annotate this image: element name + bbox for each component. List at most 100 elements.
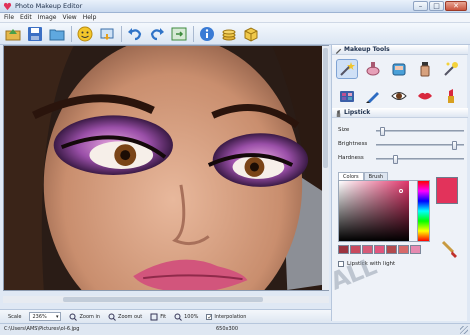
coins-icon [222, 29, 236, 40]
tool-eye[interactable] [388, 86, 410, 106]
lips-icon [418, 92, 432, 100]
brush-icon [335, 48, 342, 54]
lipstick-icon [448, 89, 454, 103]
tool-lips[interactable] [414, 86, 436, 106]
zoom-in-button[interactable]: Zoom in [69, 313, 100, 321]
color-swatch[interactable] [386, 245, 397, 254]
scale-value: 236% [32, 313, 47, 320]
brightness-label: Brightness [338, 141, 368, 147]
color-cursor[interactable] [399, 189, 403, 193]
hue-bar[interactable] [417, 181, 429, 241]
zoom-bar: Scale 236% ▾ Zoom in Zoom out Fit 100% ✓ I… [0, 309, 331, 323]
undo-icon [128, 27, 142, 40]
close-button[interactable]: ✕ [445, 1, 467, 11]
vertical-scrollbar[interactable] [322, 46, 329, 290]
menu-help[interactable]: Help [83, 13, 97, 22]
chevron-down-icon: ▾ [55, 313, 59, 320]
makeup-tools-title: Makeup Tools [344, 46, 390, 53]
image-canvas[interactable] [3, 45, 329, 291]
status-bar: C:\Users\AMS\Pictures\ol-6.jpg 650x300 [0, 323, 470, 335]
interpolation-checkbox[interactable]: ✓ [206, 313, 212, 320]
box-icon [244, 26, 258, 42]
tool-powder[interactable] [388, 59, 410, 79]
hardness-slider[interactable] [376, 155, 464, 164]
box-button[interactable] [242, 25, 260, 43]
window-title: Photo Makeup Editor [15, 2, 83, 10]
paintbrush-icon[interactable] [440, 239, 460, 259]
folder-icon [49, 29, 65, 40]
eye-icon [391, 92, 407, 100]
brightness-slider-knob[interactable] [452, 141, 458, 150]
hundred-percent-button[interactable]: 100% [174, 313, 198, 321]
info-button[interactable] [198, 25, 216, 43]
magic-wand-icon [340, 62, 355, 76]
sparkle-icon [444, 62, 458, 76]
export-icon [100, 28, 114, 40]
title-bar: Photo Makeup Editor – □ ✕ [0, 0, 470, 13]
coins-button[interactable] [220, 25, 238, 43]
actual-size-icon [174, 313, 182, 321]
menu-bar: File Edit Image View Help [0, 13, 470, 23]
hundred-percent-label: 100% [184, 313, 199, 320]
tool-palette[interactable] [336, 86, 358, 106]
menu-image[interactable]: Image [38, 13, 57, 22]
folder-button[interactable] [48, 25, 66, 43]
interpolation-option[interactable]: ✓ Interpolation [206, 313, 246, 320]
undo-button[interactable] [126, 25, 144, 43]
color-picker[interactable] [338, 180, 430, 242]
menu-view[interactable]: View [62, 13, 76, 22]
hardness-label: Hardness [338, 155, 364, 161]
tool-blush[interactable] [362, 59, 384, 79]
toolbar-separator [71, 25, 72, 42]
eyeshadow-palette-icon [340, 91, 354, 102]
horizontal-scroll-thumb[interactable] [63, 297, 263, 302]
tool-lipstick[interactable] [440, 86, 462, 106]
minimize-button[interactable]: – [413, 1, 428, 11]
size-slider[interactable] [376, 127, 464, 136]
open-button[interactable] [4, 25, 22, 43]
toolbar-separator [193, 25, 194, 42]
color-swatch[interactable] [410, 245, 421, 254]
before-after-button[interactable] [170, 25, 188, 43]
fit-icon [150, 313, 158, 320]
tool-foundation[interactable] [414, 59, 436, 79]
brightness-slider[interactable] [376, 141, 464, 150]
redo-button[interactable] [148, 25, 166, 43]
toolbar [0, 23, 470, 45]
zoom-out-label: Zoom out [118, 313, 143, 320]
color-swatch[interactable] [350, 245, 361, 254]
zoom-out-button[interactable]: Zoom out [108, 313, 142, 321]
zoom-in-icon [69, 313, 78, 321]
resize-grip[interactable] [460, 326, 468, 334]
smiley-button[interactable] [76, 25, 94, 43]
size-slider-knob[interactable] [380, 127, 386, 136]
file-path: C:\Users\AMS\Pictures\ol-6.jpg [4, 326, 80, 332]
export-button[interactable] [98, 25, 116, 43]
menu-edit[interactable]: Edit [20, 13, 32, 22]
scale-dropdown[interactable]: 236% ▾ [29, 312, 62, 321]
color-swatch[interactable] [338, 245, 349, 254]
hardness-slider-knob[interactable] [392, 155, 398, 164]
fit-label: Fit [160, 313, 167, 320]
smiley-icon [77, 26, 93, 41]
app-icon [3, 2, 12, 11]
makeup-tools-grid [336, 59, 464, 106]
save-button[interactable] [26, 25, 44, 43]
vertical-scroll-thumb[interactable] [323, 48, 328, 168]
before-after-icon [171, 27, 187, 40]
horizontal-scrollbar[interactable] [3, 296, 329, 303]
tool-wand[interactable] [336, 59, 358, 79]
scale-label: Scale [8, 313, 22, 320]
info-icon [200, 26, 214, 41]
zoom-out-icon [108, 313, 116, 321]
save-icon [28, 26, 42, 41]
tool-eyeliner[interactable] [362, 86, 384, 106]
maximize-button[interactable]: □ [429, 1, 444, 11]
color-swatch[interactable] [374, 245, 385, 254]
blush-icon [366, 62, 380, 76]
fit-button[interactable]: Fit [150, 313, 166, 321]
color-swatch[interactable] [398, 245, 409, 254]
tool-sparkle[interactable] [440, 59, 462, 79]
menu-file[interactable]: File [4, 13, 14, 22]
size-label: Size [338, 127, 350, 133]
